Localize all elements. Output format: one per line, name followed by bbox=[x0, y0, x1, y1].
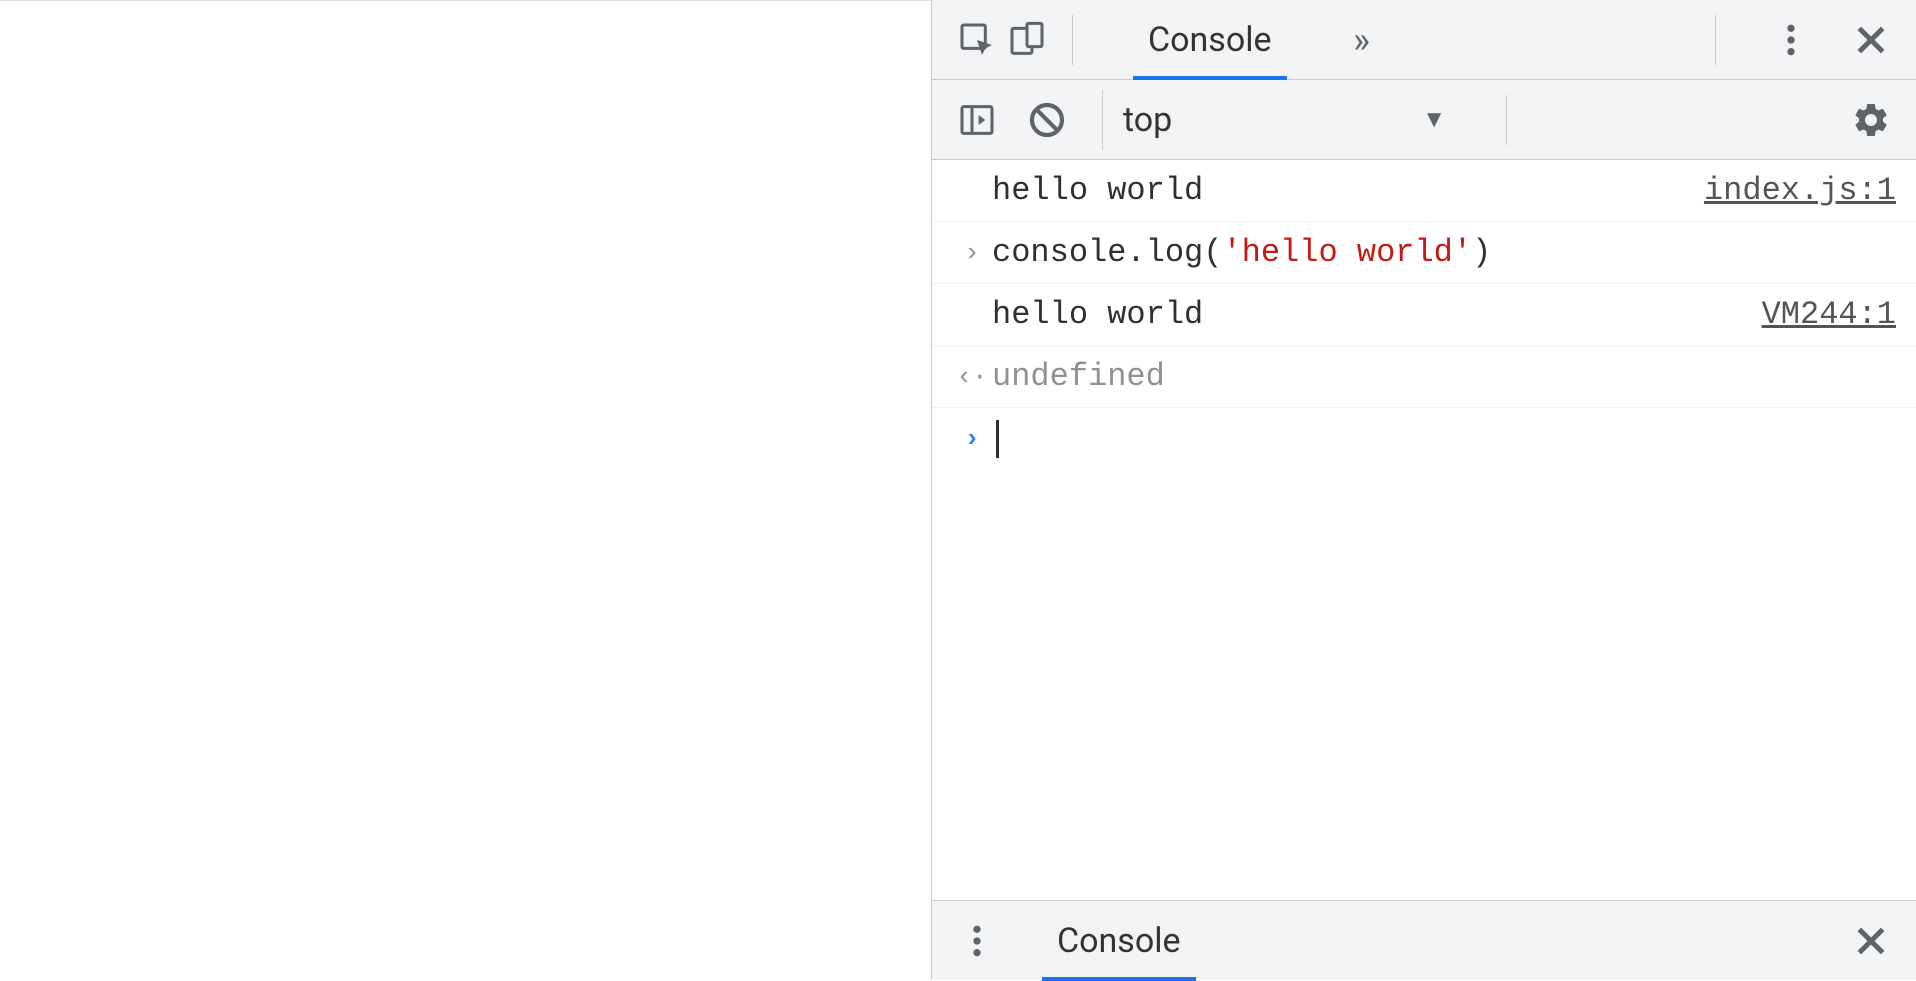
result-marker-icon: ‹· bbox=[952, 362, 992, 392]
result-text: undefined bbox=[992, 358, 1896, 395]
toolbar-divider bbox=[1715, 15, 1716, 65]
chevron-double-right-icon: » bbox=[1353, 19, 1370, 61]
sidebar-icon bbox=[957, 100, 997, 140]
devtools-main-toolbar: Console » bbox=[932, 0, 1916, 80]
text-cursor bbox=[996, 420, 999, 458]
console-result-row: ‹· undefined bbox=[932, 346, 1916, 408]
toolbar-divider bbox=[1072, 15, 1073, 65]
drawer-tab-console[interactable]: Console bbox=[1032, 901, 1206, 981]
devtools-panel: Console » bbox=[931, 0, 1916, 980]
execution-context-selector[interactable]: top ▼ bbox=[1102, 90, 1466, 150]
tab-console[interactable]: Console bbox=[1123, 0, 1297, 80]
close-icon bbox=[1851, 921, 1891, 961]
toggle-sidebar-button[interactable] bbox=[952, 95, 1002, 145]
more-vert-icon bbox=[957, 921, 997, 961]
page-content-area bbox=[0, 0, 931, 980]
drawer-right bbox=[1846, 916, 1896, 966]
console-log-row: hello world VM244:1 bbox=[932, 284, 1916, 346]
log-message-text: hello world bbox=[992, 172, 1704, 209]
chevron-down-icon: ▼ bbox=[1422, 105, 1446, 134]
clear-console-button[interactable] bbox=[1022, 95, 1072, 145]
sub-toolbar-right bbox=[1846, 95, 1896, 145]
code-token: console.log( bbox=[992, 234, 1222, 271]
gear-icon bbox=[1851, 100, 1891, 140]
input-code: console.log('hello world') bbox=[992, 234, 1896, 271]
more-vert-icon bbox=[1771, 20, 1811, 60]
close-devtools-button[interactable] bbox=[1846, 15, 1896, 65]
drawer-menu-button[interactable] bbox=[952, 916, 1002, 966]
log-message-text: hello world bbox=[992, 296, 1762, 333]
more-tabs-button[interactable]: » bbox=[1337, 15, 1387, 65]
context-label: top bbox=[1123, 100, 1172, 140]
message-source-link[interactable]: VM244:1 bbox=[1762, 296, 1896, 333]
inspect-element-button[interactable] bbox=[952, 15, 1002, 65]
devtools-drawer: Console bbox=[932, 900, 1916, 980]
toolbar-divider bbox=[1506, 95, 1507, 145]
console-log-row: hello world index.js:1 bbox=[932, 160, 1916, 222]
no-symbol-icon bbox=[1027, 100, 1067, 140]
code-string-token: 'hello world' bbox=[1222, 234, 1472, 271]
tab-label: Console bbox=[1148, 20, 1272, 60]
drawer-tab-label: Console bbox=[1057, 921, 1181, 961]
console-toolbar: top ▼ bbox=[932, 80, 1916, 160]
device-toolbar-button[interactable] bbox=[1002, 15, 1052, 65]
console-prompt-row[interactable]: › bbox=[932, 408, 1916, 470]
console-input-field[interactable] bbox=[992, 420, 1896, 458]
console-settings-button[interactable] bbox=[1846, 95, 1896, 145]
prompt-marker-icon: › bbox=[952, 424, 992, 454]
message-source-link[interactable]: index.js:1 bbox=[1704, 172, 1896, 209]
close-drawer-button[interactable] bbox=[1846, 916, 1896, 966]
input-marker-icon: › bbox=[952, 238, 992, 268]
toolbar-right-group bbox=[1695, 15, 1896, 65]
tab-strip: Console » bbox=[1123, 0, 1387, 80]
devtools-menu-button[interactable] bbox=[1766, 15, 1816, 65]
console-messages[interactable]: hello world index.js:1 › console.log('he… bbox=[932, 160, 1916, 900]
close-icon bbox=[1851, 20, 1891, 60]
code-token: ) bbox=[1472, 234, 1491, 271]
console-input-row: › console.log('hello world') bbox=[932, 222, 1916, 284]
